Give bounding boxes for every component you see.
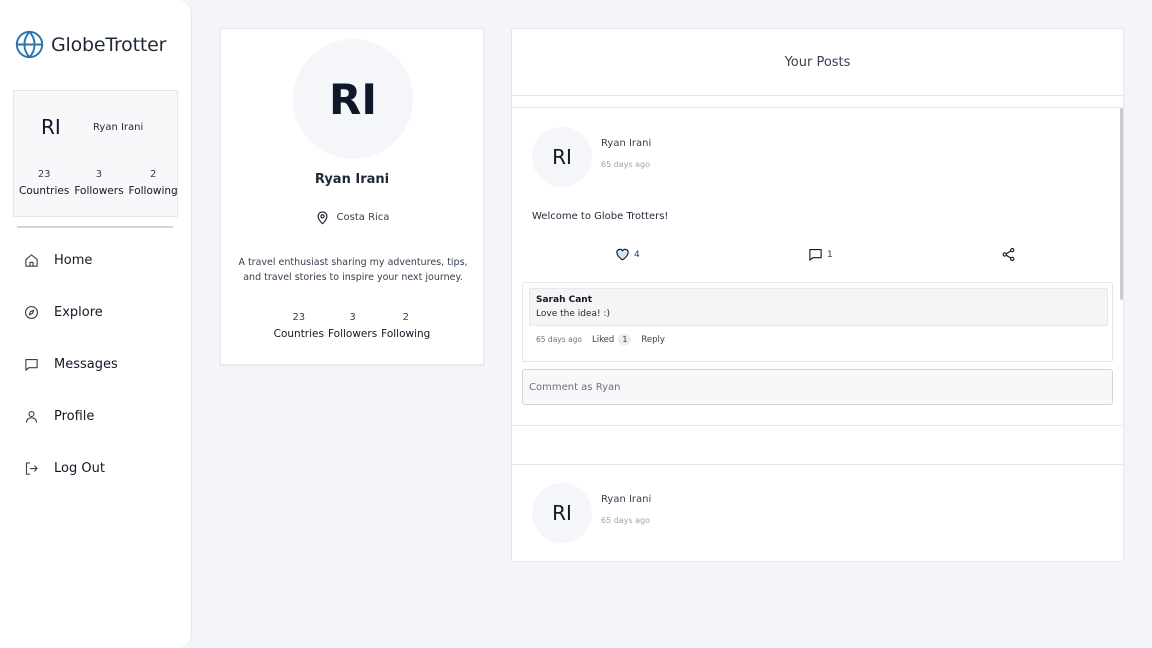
posts-panel: Your Posts RI Ryan Irani 65 days ago Wel… bbox=[511, 28, 1124, 562]
location-text: Costa Rica bbox=[336, 212, 390, 223]
post-divider bbox=[512, 464, 1123, 465]
logout-icon bbox=[25, 461, 38, 475]
profile-bio: A travel enthusiast sharing my adventure… bbox=[238, 257, 468, 283]
scrollbar[interactable] bbox=[1120, 108, 1123, 300]
sidebar-nav: Home Explore Messages Profile Log Out bbox=[0, 234, 192, 494]
stat-value: 3 bbox=[349, 312, 356, 323]
sidebar-item-label: Log Out bbox=[54, 460, 105, 476]
sidebar-divider bbox=[17, 226, 173, 228]
like-count: 4 bbox=[634, 249, 640, 260]
profile-name: Ryan Irani bbox=[314, 172, 390, 187]
profile-stats: 23 Countries 3 Followers 2 Following bbox=[221, 312, 483, 340]
user-icon bbox=[25, 410, 38, 423]
avatar: RI bbox=[41, 115, 61, 139]
home-icon bbox=[25, 253, 38, 267]
like-button[interactable]: 4 bbox=[615, 247, 640, 262]
post-time: 65 days ago bbox=[601, 160, 651, 169]
stat-following: 2 Following bbox=[129, 169, 178, 197]
comment-like-button[interactable]: Liked bbox=[592, 335, 614, 345]
share-button[interactable] bbox=[1001, 247, 1020, 262]
stat-countries: 23 Countries bbox=[19, 169, 69, 197]
sidebar-item-label: Profile bbox=[54, 408, 95, 424]
profile-stats: 23 Countries 3 Followers 2 Following bbox=[19, 169, 183, 197]
sidebar-item-messages[interactable]: Messages bbox=[0, 338, 192, 390]
sidebar-item-explore[interactable]: Explore bbox=[0, 286, 192, 338]
stat-label: Following bbox=[128, 185, 178, 197]
profile-location: Costa Rica bbox=[221, 210, 483, 225]
map-pin-icon bbox=[317, 211, 327, 225]
post-divider bbox=[512, 425, 1123, 426]
comment-meta: 65 days ago Liked 1 Reply bbox=[536, 334, 665, 345]
sidebar-item-profile[interactable]: Profile bbox=[0, 390, 192, 442]
message-icon bbox=[25, 358, 38, 371]
sidebar-item-label: Explore bbox=[54, 304, 103, 320]
stat-label: Followers bbox=[74, 185, 124, 197]
comment: Sarah Cant Love the idea! :) bbox=[529, 288, 1108, 326]
comment-button[interactable]: 1 bbox=[808, 247, 833, 262]
sidebar: GlobeTrotter RI Ryan Irani 23 Countries … bbox=[0, 0, 192, 648]
stat-following[interactable]: 2 Following bbox=[381, 312, 430, 340]
stat-label: Countries bbox=[273, 328, 324, 340]
stat-label: Followers bbox=[327, 328, 378, 340]
sidebar-item-home[interactable]: Home bbox=[0, 234, 192, 286]
reply-button[interactable]: Reply bbox=[641, 335, 665, 345]
sidebar-item-logout[interactable]: Log Out bbox=[0, 442, 192, 494]
post-author[interactable]: Ryan Irani bbox=[601, 494, 651, 505]
comment-like-count: 1 bbox=[618, 334, 632, 345]
comment-time: 65 days ago bbox=[536, 335, 582, 344]
posts-feed[interactable]: RI Ryan Irani 65 days ago Welcome to Glo… bbox=[512, 107, 1123, 561]
stat-label: Following bbox=[381, 328, 431, 340]
comment-input[interactable] bbox=[522, 369, 1113, 405]
avatar[interactable]: RI bbox=[532, 127, 592, 187]
app-name: GlobeTrotter bbox=[51, 33, 167, 56]
comment-author[interactable]: Sarah Cant bbox=[536, 295, 592, 305]
stat-value: 23 bbox=[37, 169, 51, 180]
comment-count: 1 bbox=[827, 249, 833, 260]
stat-value: 2 bbox=[149, 169, 157, 180]
stat-value: 2 bbox=[402, 312, 409, 323]
comment-text: Love the idea! :) bbox=[536, 309, 610, 319]
globe-icon bbox=[15, 30, 44, 59]
avatar[interactable]: RI bbox=[532, 483, 592, 543]
stat-value: 23 bbox=[292, 312, 306, 323]
post-author[interactable]: Ryan Irani bbox=[601, 138, 651, 149]
app-logo[interactable]: GlobeTrotter bbox=[15, 30, 166, 59]
posts-title: Your Posts bbox=[512, 29, 1123, 96]
avatar: RI bbox=[293, 39, 413, 159]
sidebar-item-label: Home bbox=[54, 252, 93, 268]
profile-card: RI Ryan Irani Costa Rica A travel enthus… bbox=[220, 28, 484, 365]
stat-value: 3 bbox=[95, 169, 103, 180]
profile-name: Ryan Irani bbox=[93, 122, 144, 133]
comment-thread: Sarah Cant Love the idea! :) 65 days ago… bbox=[522, 282, 1113, 362]
stat-followers[interactable]: 3 Followers bbox=[328, 312, 377, 340]
comment-icon bbox=[809, 248, 822, 261]
stat-countries[interactable]: 23 Countries bbox=[274, 312, 324, 340]
heart-icon bbox=[616, 248, 629, 261]
stat-followers: 3 Followers bbox=[74, 169, 123, 197]
sidebar-item-label: Messages bbox=[54, 356, 118, 372]
post-time: 65 days ago bbox=[601, 516, 651, 525]
sidebar-profile-card[interactable]: RI Ryan Irani 23 Countries 3 Followers 2… bbox=[13, 90, 178, 217]
post-text: Welcome to Globe Trotters! bbox=[532, 211, 669, 222]
stat-label: Countries bbox=[19, 185, 70, 197]
share-icon bbox=[1002, 247, 1015, 262]
compass-icon bbox=[25, 305, 38, 319]
